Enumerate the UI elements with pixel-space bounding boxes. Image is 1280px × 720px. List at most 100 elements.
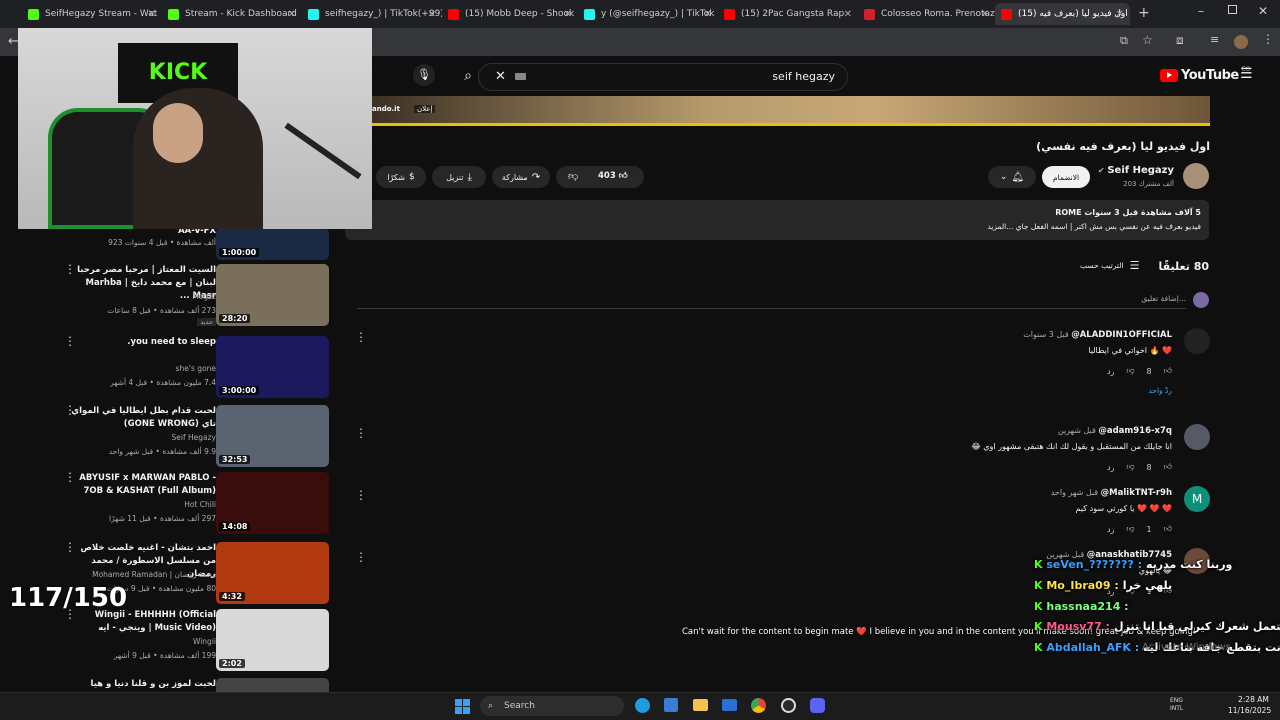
bookmark-star-icon[interactable]: ☆ xyxy=(1142,33,1153,47)
view-replies-button[interactable]: ردّ واحد xyxy=(1148,386,1172,395)
comment-more-icon[interactable]: ⋮ xyxy=(355,426,367,440)
join-button[interactable]: الانضمام xyxy=(1042,166,1090,188)
share-button[interactable]: مشاركة ↷ xyxy=(492,166,550,188)
progress-bar[interactable] xyxy=(370,123,1210,126)
clear-search-icon[interactable]: ✕ xyxy=(495,69,506,84)
youtube-logo[interactable]: YouTube EG xyxy=(1160,66,1250,83)
minimize-button[interactable]: – xyxy=(1198,4,1204,18)
store-icon[interactable] xyxy=(664,698,678,712)
video-thumbnail[interactable]: 28:20 xyxy=(216,264,329,326)
comment-avatar[interactable] xyxy=(1184,424,1210,450)
search-input[interactable]: ✕ seif hegazy xyxy=(478,63,848,91)
browser-tab[interactable]: seifhegazy_) | TikTok(+99) ✕ xyxy=(302,3,442,25)
comment-more-icon[interactable]: ⋮ xyxy=(355,330,367,344)
thumbs-down-icon[interactable]: 👎︎ xyxy=(1126,524,1134,534)
search-button[interactable]: ⌕ xyxy=(456,64,480,88)
comment-author[interactable]: @MalikTNT-r9h xyxy=(1101,488,1172,498)
extensions-icon[interactable]: ⧈ xyxy=(1176,33,1184,48)
reply-button[interactable]: رد xyxy=(1107,525,1114,534)
tab-close-icon[interactable]: ✕ xyxy=(844,9,852,20)
file-explorer-icon[interactable] xyxy=(693,699,708,711)
related-video-card[interactable]: 1:00:00 AA-V-FX 923 ألف مشاهدة • قبل 4 سنو… xyxy=(56,226,346,260)
sort-button[interactable]: الترتيب حسب ☰ xyxy=(1080,259,1139,272)
browser-tab[interactable]: y (@seifhegazy_) | TikTok ✕ xyxy=(578,3,718,25)
video-thumbnail[interactable]: 32:53 xyxy=(216,405,329,467)
channel-avatar[interactable] xyxy=(1183,163,1209,189)
chrome-icon[interactable] xyxy=(751,698,766,713)
video-thumbnail[interactable]: 2:02 xyxy=(216,609,329,671)
add-comment-input[interactable]: إضافة تعليق... xyxy=(1080,294,1186,303)
browser-tab[interactable]: Colosseo Roma. Prenotaz ✕ xyxy=(858,3,995,25)
related-video-card[interactable]: 2:02 Wingii - EHHHHH (Official Music Vide… xyxy=(56,607,346,671)
taskbar-search[interactable]: ⌕ Search xyxy=(480,696,624,716)
related-video-card[interactable]: 14:08 ABYUSIF x MARWAN PABLO - 7OB & KASH… xyxy=(56,470,346,534)
related-video-card[interactable]: 3:00:00 you need to sleep. she's gone 7.4 م… xyxy=(56,334,346,398)
channel-name[interactable]: ✔ Seif Hegazy xyxy=(1098,165,1174,176)
more-options-icon[interactable]: ⋮ xyxy=(64,540,76,554)
voice-search-icon[interactable]: 🎙 xyxy=(413,64,435,86)
comment-author[interactable]: @adam916-x7q xyxy=(1098,426,1172,436)
browser-tab[interactable]: (15) Mobb Deep - Shook ✕ xyxy=(442,3,578,25)
cast-icon[interactable]: ⧉ xyxy=(1120,34,1128,48)
video-thumbnail[interactable]: 3:00:00 xyxy=(216,336,329,398)
close-window-button[interactable]: ✕ xyxy=(1258,4,1268,18)
tab-close-icon[interactable]: ✕ xyxy=(1116,9,1124,20)
media-control-icon[interactable]: ≡ xyxy=(1210,33,1219,46)
video-card-title[interactable]: لحبت قدام بطل ايطاليا في المواي تاي (GON… xyxy=(66,405,216,431)
download-button[interactable]: تنزيل ⤓ xyxy=(432,166,486,188)
video-thumbnail[interactable] xyxy=(216,678,329,692)
tab-close-icon[interactable]: ✕ xyxy=(564,9,572,20)
dislike-button[interactable]: 👎︎ xyxy=(568,170,578,182)
more-options-icon[interactable]: ⋮ xyxy=(64,334,76,348)
browser-tab[interactable]: SeifHegazy Stream - Wat ✕ xyxy=(22,3,162,25)
video-card-title[interactable]: ABYUSIF x MARWAN PABLO - 7OB & KASHAT (F… xyxy=(66,472,216,498)
profile-avatar[interactable] xyxy=(1234,35,1248,49)
related-video-card[interactable]: 32:53 لحبت قدام بطل ايطاليا في المواي تاي… xyxy=(56,403,346,467)
video-card-title[interactable]: لحبت لموز بن و قلنا دنيا و هيا xyxy=(66,678,217,691)
browser-menu-icon[interactable]: ⋮ xyxy=(1262,32,1274,46)
video-thumbnail[interactable]: 4:32 xyxy=(216,542,329,604)
edge-icon[interactable] xyxy=(635,698,650,713)
browser-tab[interactable]: (15) 2Pac Gangsta Rap ✕ xyxy=(718,3,858,25)
video-thumbnail[interactable]: 14:08 xyxy=(216,472,329,534)
ad-site[interactable]: ando.it xyxy=(372,105,400,113)
new-tab-button[interactable]: + xyxy=(1138,5,1150,21)
clock-time[interactable]: 2:28 AM xyxy=(1238,695,1269,704)
guide-menu-icon[interactable]: ☰ xyxy=(1240,66,1253,82)
obs-icon[interactable] xyxy=(781,698,796,713)
description-box[interactable]: 5 آلاف مشاهدة قبل 3 سنوات ROME فيديو بعر… xyxy=(345,200,1209,240)
more-options-icon[interactable]: ⋮ xyxy=(64,262,76,276)
more-options-icon[interactable]: ⋮ xyxy=(64,403,76,417)
tab-close-icon[interactable]: ✕ xyxy=(704,9,712,20)
more-options-icon[interactable]: ⋮ xyxy=(64,470,76,484)
tray-language[interactable]: ENG INTL xyxy=(1170,697,1183,713)
comment-author[interactable]: @ALADDIN1OFFICIAL xyxy=(1071,330,1172,340)
tab-close-icon[interactable]: ✕ xyxy=(981,9,989,20)
video-thumbnail[interactable]: 1:00:00 xyxy=(216,228,329,260)
mail-icon[interactable] xyxy=(722,699,737,711)
tab-close-icon[interactable]: ✕ xyxy=(428,9,436,20)
discord-icon[interactable] xyxy=(810,698,825,713)
browser-tab[interactable]: (15) اول فيديو ليا (بعرف فيه ✕ xyxy=(995,3,1130,25)
comment-more-icon[interactable]: ⋮ xyxy=(355,488,367,502)
browser-tab[interactable]: Stream - Kick Dashboard ✕ xyxy=(162,3,302,25)
keyboard-icon[interactable] xyxy=(515,73,526,80)
related-video-card[interactable]: لحبت لموز بن و قلنا دنيا و هيا xyxy=(56,678,346,692)
notification-bell-button[interactable]: ⌄ 🔔︎ xyxy=(988,166,1036,188)
video-player[interactable]: إعلان ando.it xyxy=(370,96,1210,126)
reply-button[interactable]: رد xyxy=(1107,463,1114,472)
related-video-card[interactable]: 28:20 السيت المعتاز | مرحبا مصر مرحبا لبن… xyxy=(56,262,346,326)
maximize-button[interactable] xyxy=(1228,5,1237,14)
like-button[interactable]: 403 👍︎ xyxy=(598,171,628,181)
thanks-button[interactable]: شكرًا $ xyxy=(376,166,426,188)
clock-date[interactable]: 11/16/2025 xyxy=(1228,706,1271,715)
video-card-title[interactable]: you need to sleep. xyxy=(66,336,216,349)
comment-avatar[interactable]: M xyxy=(1184,486,1210,512)
tab-close-icon[interactable]: ✕ xyxy=(148,9,156,20)
thumbs-down-icon[interactable]: 👎︎ xyxy=(1126,366,1134,376)
thumbs-down-icon[interactable]: 👎︎ xyxy=(1126,462,1134,472)
thumbs-up-icon[interactable]: 👍︎ xyxy=(1164,462,1172,472)
thumbs-up-icon[interactable]: 👍︎ xyxy=(1164,524,1172,534)
comment-more-icon[interactable]: ⋮ xyxy=(355,550,367,564)
tab-close-icon[interactable]: ✕ xyxy=(288,9,296,20)
